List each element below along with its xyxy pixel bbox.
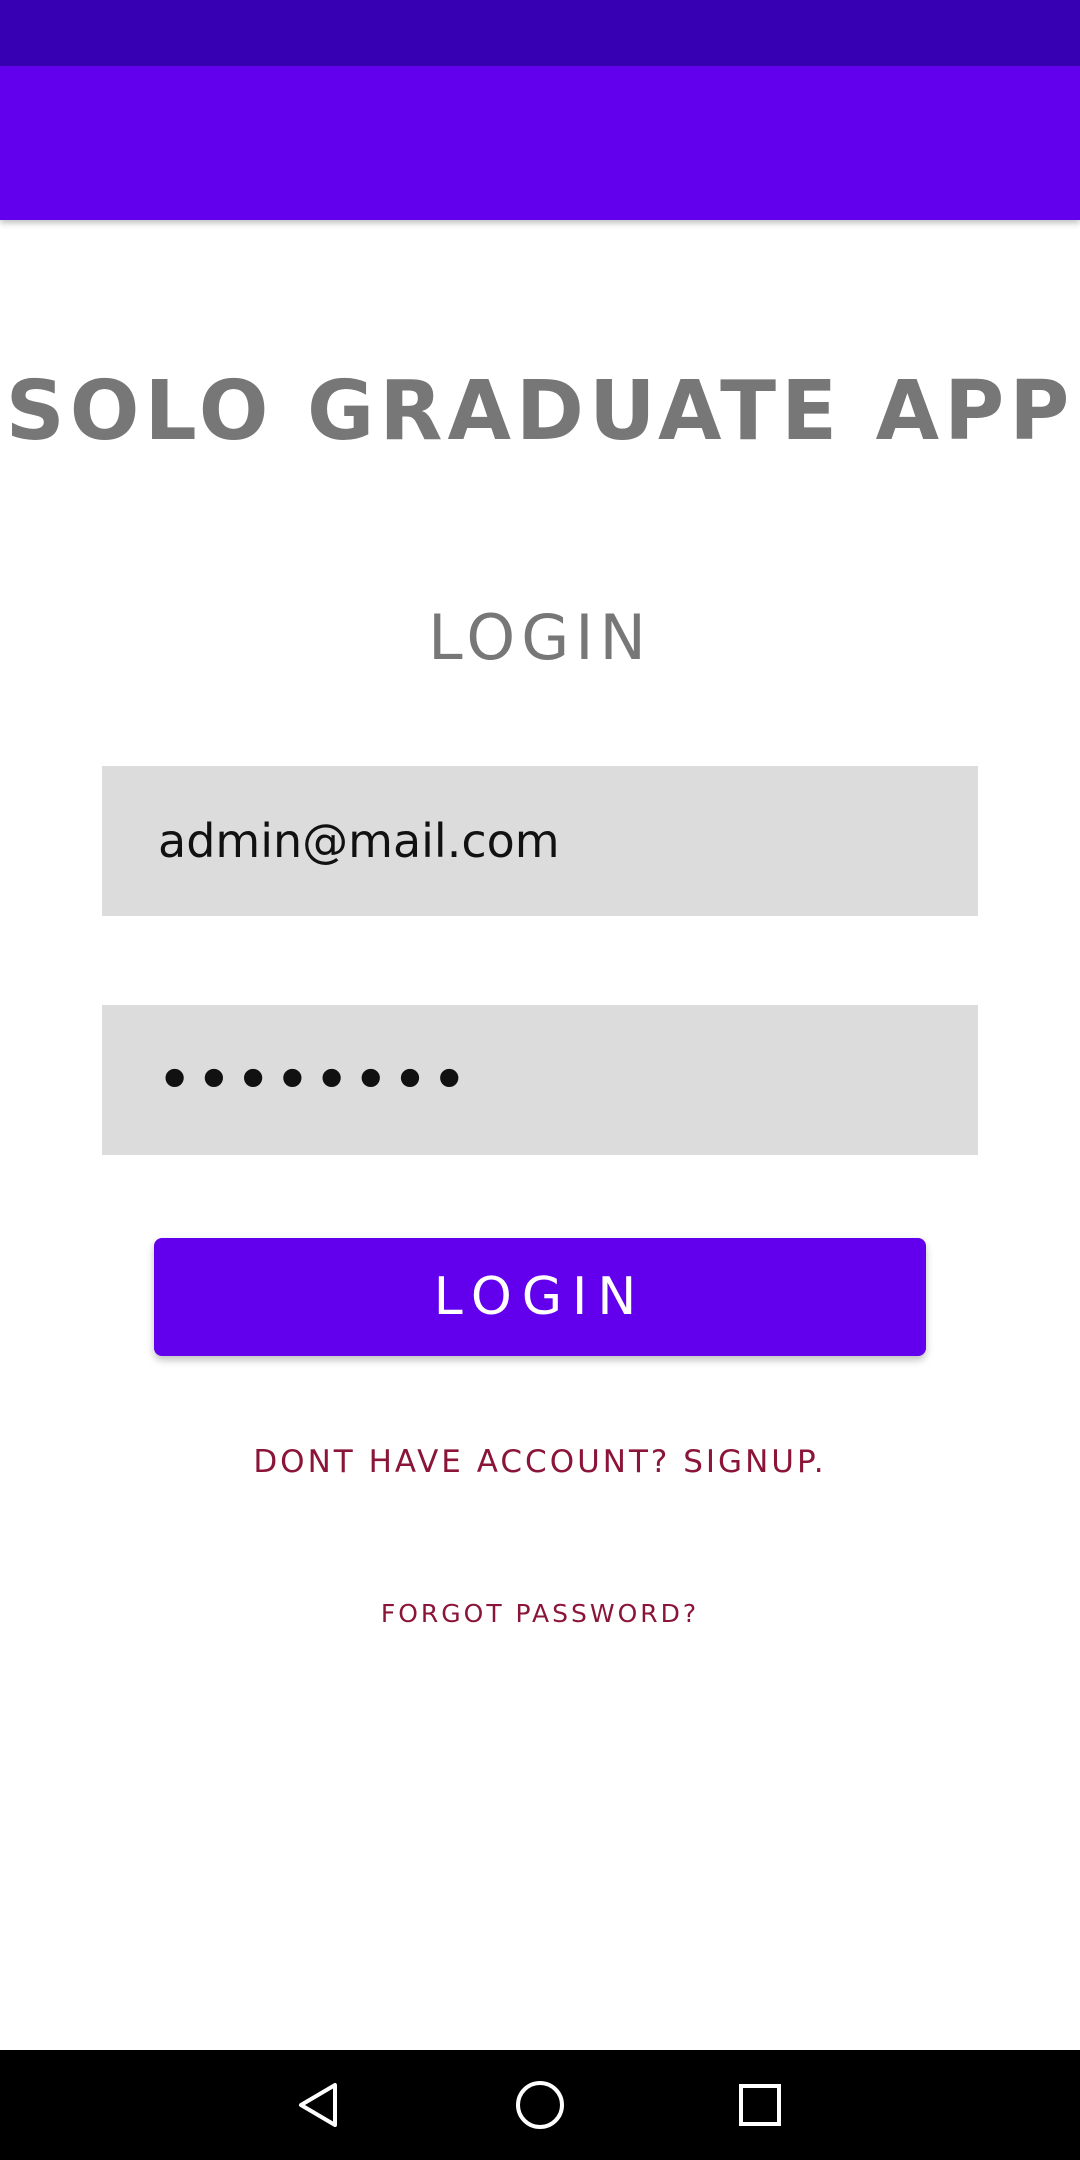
recents-icon bbox=[739, 2084, 781, 2126]
home-button[interactable] bbox=[485, 2050, 595, 2160]
back-button[interactable] bbox=[266, 2050, 376, 2160]
forgot-password-link[interactable]: FORGOT PASSWORD? bbox=[0, 1592, 1080, 1636]
status-bar bbox=[0, 0, 1080, 66]
app-title: SOLO GRADUATE APP bbox=[5, 364, 1075, 459]
recents-button[interactable] bbox=[705, 2050, 815, 2160]
password-field[interactable]: •••••••• bbox=[102, 1005, 978, 1155]
signup-link[interactable]: DONT HAVE ACCOUNT? SIGNUP. bbox=[0, 1436, 1080, 1488]
app-bar bbox=[0, 66, 1080, 220]
navigation-bar bbox=[0, 2050, 1080, 2160]
email-field[interactable]: admin@mail.com bbox=[102, 766, 978, 916]
back-icon bbox=[299, 2083, 337, 2127]
login-button[interactable]: LOGIN bbox=[154, 1238, 926, 1356]
home-icon bbox=[516, 2081, 564, 2129]
login-heading: LOGIN bbox=[428, 601, 652, 674]
